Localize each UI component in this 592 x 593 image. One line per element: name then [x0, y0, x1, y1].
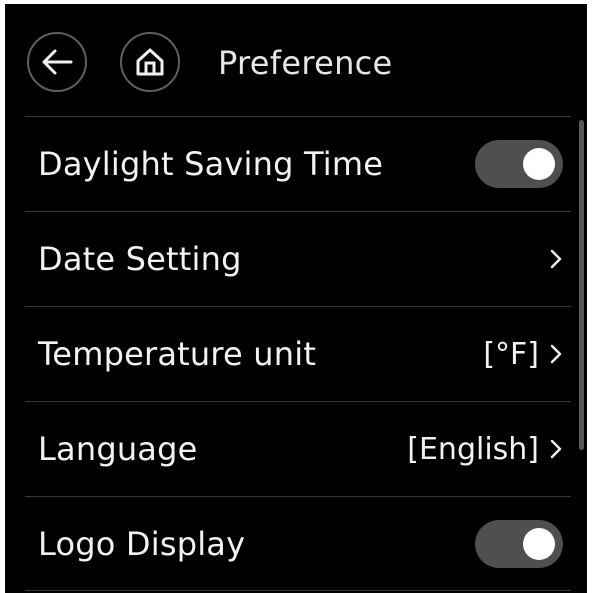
settings-list: Daylight Saving Time Date Setting Temper… [25, 116, 571, 591]
setting-label: Date Setting [38, 240, 242, 278]
setting-row-date-setting[interactable]: Date Setting [25, 211, 571, 306]
setting-value: [English] [407, 431, 539, 467]
logo-display-toggle[interactable] [475, 519, 563, 568]
header: Preference [5, 4, 587, 117]
setting-row-logo-display[interactable]: Logo Display [25, 496, 571, 591]
scrollbar[interactable] [579, 120, 584, 450]
setting-row-language[interactable]: Language [English] [25, 401, 571, 496]
toggle-knob [523, 527, 555, 560]
setting-label: Logo Display [38, 524, 246, 563]
chevron-right-icon [549, 438, 567, 460]
page-title: Preference [218, 44, 393, 82]
chevron-right-icon [549, 248, 567, 270]
toggle-knob [523, 148, 555, 180]
home-button[interactable] [120, 32, 180, 92]
setting-label: Daylight Saving Time [38, 145, 384, 183]
daylight-saving-toggle[interactable] [475, 140, 563, 188]
setting-row-temperature-unit[interactable]: Temperature unit [°F] [25, 306, 571, 401]
preference-screen: Preference Daylight Saving Time Date Set… [5, 4, 587, 593]
home-icon [136, 48, 164, 76]
setting-row-daylight-saving[interactable]: Daylight Saving Time [25, 116, 571, 211]
back-button[interactable] [27, 32, 87, 92]
chevron-right-icon [549, 343, 567, 365]
setting-label: Language [38, 430, 198, 468]
arrow-left-icon [42, 49, 73, 75]
setting-value: [°F] [483, 336, 539, 372]
setting-label: Temperature unit [38, 335, 317, 373]
